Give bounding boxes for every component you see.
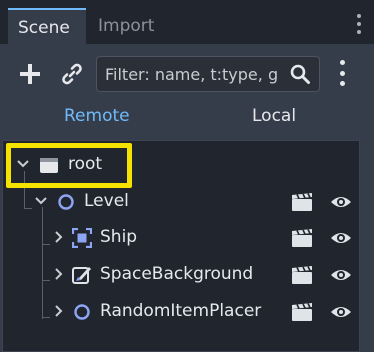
tree-item-label: Level: [84, 191, 129, 211]
visibility-eye-icon[interactable]: [329, 265, 353, 285]
local-tab[interactable]: Local: [252, 106, 296, 126]
remote-tab[interactable]: Remote: [64, 106, 130, 126]
area2d-icon: [72, 228, 92, 248]
clapperboard-icon[interactable]: [291, 265, 313, 285]
visibility-eye-icon[interactable]: [329, 192, 353, 212]
add-node-button[interactable]: [14, 58, 46, 90]
clapperboard-icon[interactable]: [291, 302, 313, 322]
node2d-circle-icon: [58, 194, 74, 210]
chevron-down-icon[interactable]: [15, 156, 31, 172]
chevron-right-icon[interactable]: [51, 229, 67, 245]
magnifier-icon: [290, 64, 310, 84]
chain-link-icon: [62, 63, 82, 85]
tree-item-level[interactable]: Level: [3, 184, 359, 220]
filter-input[interactable]: [105, 57, 285, 91]
chevron-right-icon[interactable]: [51, 303, 67, 319]
dock-tab-bar: Scene Import: [0, 0, 374, 44]
tree-item-spacebackground[interactable]: SpaceBackground: [3, 257, 359, 293]
tree-item-label: RandomItemPlacer: [100, 301, 262, 321]
visibility-eye-icon[interactable]: [329, 228, 353, 248]
scene-toolbar: [0, 44, 374, 102]
sprite-brush-icon: [72, 267, 91, 284]
tab-import[interactable]: Import: [88, 8, 164, 44]
filter-field[interactable]: [96, 56, 320, 92]
tree-item-root[interactable]: root: [3, 147, 359, 183]
clapperboard-icon[interactable]: [291, 228, 313, 248]
tree-item-ship[interactable]: Ship: [3, 220, 359, 256]
tree-item-label: SpaceBackground: [100, 264, 254, 284]
kebab-menu-icon[interactable]: [338, 60, 346, 86]
tab-scene[interactable]: Scene: [8, 8, 86, 44]
tree-item-label: Ship: [100, 227, 138, 247]
node2d-circle-icon: [74, 304, 90, 320]
chevron-down-icon[interactable]: [33, 193, 49, 209]
visibility-eye-icon[interactable]: [329, 302, 353, 322]
dock-options-icon[interactable]: [356, 14, 362, 34]
clapperboard-icon[interactable]: [291, 192, 313, 212]
tree-mode-switch: Remote Local: [0, 102, 374, 136]
tree-item-label: root: [68, 154, 103, 174]
scene-tree: root Level Ship SpaceBackground RandomIt…: [2, 140, 360, 352]
folder-node-icon: [40, 158, 58, 173]
plus-icon: [20, 64, 40, 84]
instance-scene-button[interactable]: [56, 58, 88, 90]
tree-item-randomitemplacer[interactable]: RandomItemPlacer: [3, 294, 359, 330]
chevron-right-icon[interactable]: [51, 266, 67, 282]
